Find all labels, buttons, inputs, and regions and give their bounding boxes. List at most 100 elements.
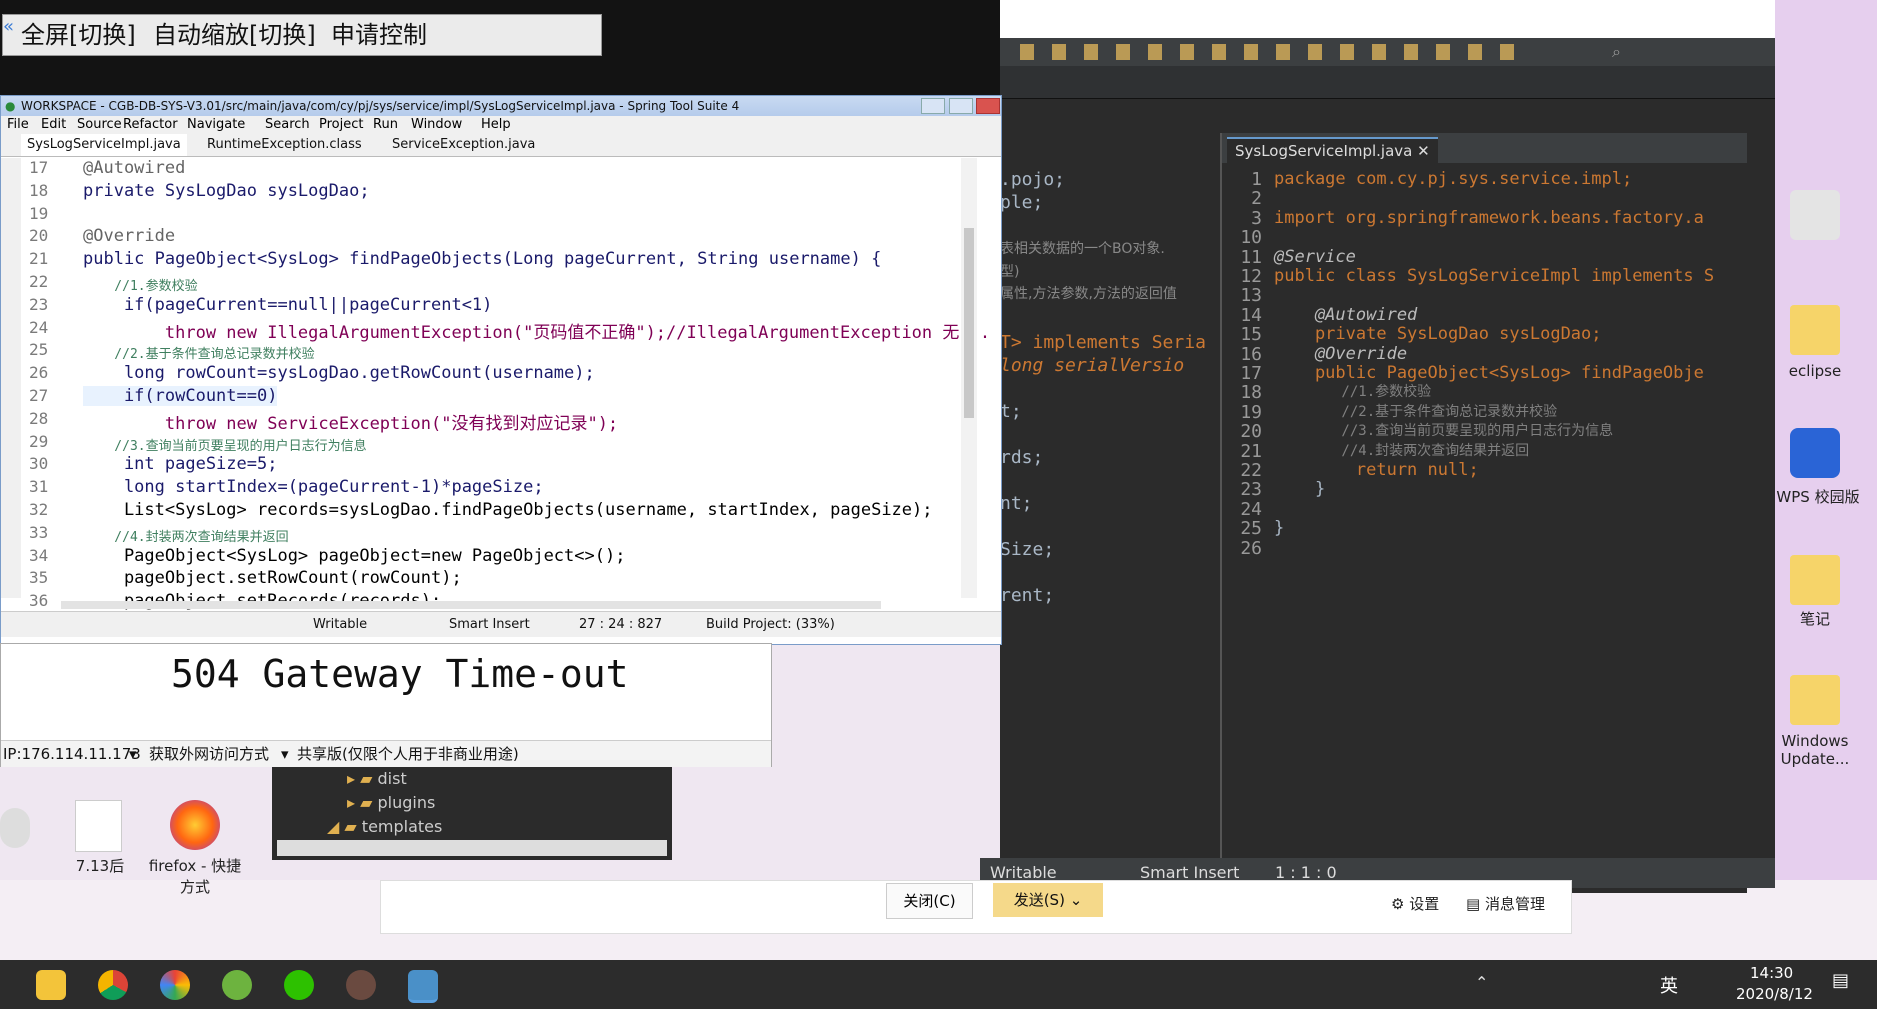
tab-serviceexception[interactable]: ServiceException.java (386, 134, 541, 156)
taskbar: ⌃ 英 14:30 2020/8/12 ▤ (0, 960, 1877, 1009)
line-number: 30 (29, 454, 49, 474)
collapse-icon[interactable]: « (3, 7, 14, 47)
scrollbar-thumb[interactable] (964, 228, 974, 418)
code-editor[interactable]: 17 @Autowired 18 private SysLogDao sysLogDa… (21, 158, 990, 611)
mid-fragment: T> implements Seria (1000, 332, 1206, 353)
chrome-icon[interactable] (98, 970, 128, 1000)
search-icon[interactable]: ⌕ (1612, 42, 1621, 62)
editor-tabs: SysLogServiceImpl.java RuntimeException.… (1, 134, 1001, 157)
minimize-button[interactable] (921, 98, 945, 114)
code-line: if(rowCount==0) (83, 386, 278, 406)
right-code-editor[interactable]: SysLogServiceImpl.java ✕ 1 package com.cy… (1220, 133, 1747, 893)
code-line: pageObject.setRowCount(rowCount); (83, 568, 462, 589)
wechat-desktop-icon[interactable] (0, 808, 30, 848)
notes-folder-icon[interactable] (1790, 555, 1840, 605)
tree-item-plugins[interactable]: ▸ ▰ plugins (347, 793, 435, 812)
windows-update-folder-icon[interactable] (1790, 675, 1840, 725)
menu-project[interactable]: Project (319, 116, 363, 134)
line-number: 29 (29, 431, 49, 451)
chevron-down-icon[interactable]: ⌄ (1070, 891, 1083, 909)
menu-window[interactable]: Window (411, 116, 462, 134)
clock-date[interactable]: 2020/8/12 (1736, 985, 1813, 1003)
external-access-link[interactable]: 获取外网访问方式 (149, 741, 269, 767)
horizontal-scrollbar[interactable] (277, 840, 667, 856)
tab-syslogserviceimpl[interactable]: SysLogServiceImpl.java (21, 134, 187, 156)
notification-icon[interactable]: ▤ (1832, 970, 1849, 991)
menu-navigate[interactable]: Navigate (187, 116, 245, 134)
line-number: 26 (1240, 537, 1262, 559)
folder-icon: ▸ ▰ (347, 769, 373, 788)
firefox-icon[interactable] (170, 800, 220, 850)
avatar-app-icon[interactable] (346, 970, 376, 1000)
code-line: } (1274, 479, 1326, 500)
settings-label: 设置 (1409, 895, 1440, 913)
wechat-icon[interactable] (284, 970, 314, 1000)
request-control-button[interactable]: 申请控制 (331, 15, 427, 55)
tree-item-label: templates (361, 817, 443, 836)
right-toolbar-secondary (1000, 66, 1775, 99)
browser-icon[interactable] (160, 970, 190, 1000)
eclipse-logo-icon: ● (5, 99, 16, 113)
tree-item-templates[interactable]: ◢ ▰ templates (327, 817, 442, 836)
close-window-button[interactable] (976, 98, 1000, 114)
toolbar-icons[interactable] (1020, 44, 1520, 60)
spring-tool-suite-icon[interactable] (222, 970, 252, 1000)
horizontal-scrollbar[interactable] (61, 601, 881, 609)
line-number: 34 (29, 545, 49, 565)
autoscale-toggle[interactable]: 自动缩放[切换] (153, 15, 316, 55)
menu-run[interactable]: Run (373, 116, 398, 134)
chevron-up-icon[interactable]: ⌃ (1475, 973, 1488, 992)
remote-control-overlay: « 全屏[切换] 自动缩放[切换] 申请控制 (0, 0, 1000, 95)
right-toolbar: ⌕ (1000, 38, 1775, 66)
mid-fragment: 属性,方法参数,方法的返回值 (1000, 286, 1177, 302)
message-manager-button[interactable]: ▤ 消息管理 (1466, 893, 1545, 914)
menu-file[interactable]: File (7, 116, 29, 134)
vertical-scrollbar[interactable] (961, 158, 977, 598)
send-button[interactable]: 发送(S) ⌄ (993, 883, 1103, 917)
settings-button[interactable]: ⚙ 设置 (1391, 893, 1439, 914)
file-explorer-icon[interactable] (36, 970, 66, 1000)
mid-fragment: ple; (1000, 192, 1044, 213)
mariadb-icon[interactable] (1790, 190, 1840, 240)
menu-search[interactable]: Search (265, 116, 310, 134)
line-number: 35 (29, 568, 49, 588)
menu-refactor[interactable]: Refactor (123, 116, 178, 134)
line-number: 21 (29, 249, 49, 269)
access-dropdown-icon[interactable]: ▾ (281, 741, 289, 767)
right-code-area[interactable]: 1 package com.cy.pj.sys.service.impl; 2 3 im… (1222, 168, 1742, 868)
remote-desktop-icon[interactable] (408, 970, 438, 1003)
status-bar: Writable Smart Insert 27 : 24 : 827 Buil… (1, 611, 1001, 637)
tab-syslogserviceimpl[interactable]: SysLogServiceImpl.java ✕ (1227, 137, 1438, 163)
edition-label: 共享版(仅限个人用于非商业用途) (297, 745, 519, 763)
window-title-bar[interactable]: ● WORKSPACE - CGB-DB-SYS-V3.01/src/main/… (1, 96, 1001, 116)
ip-dropdown-icon[interactable]: ▾ (129, 741, 137, 767)
code-line: //1.参数校验 (83, 279, 198, 294)
close-button[interactable]: 关闭(C) (886, 883, 973, 919)
project-tree: ▸ ▰ dist ▸ ▰ plugins ◢ ▰ templates (272, 765, 672, 860)
remote-status-bar: IP:176.114.11.173 ▾ 获取外网访问方式 ▾ 共享版(仅限个人用… (1, 740, 771, 767)
eclipse-folder-icon[interactable] (1790, 305, 1840, 355)
wps-icon[interactable] (1790, 428, 1840, 478)
clock-time[interactable]: 14:30 (1750, 964, 1793, 982)
mid-fragment: .pojo; (1000, 169, 1066, 190)
maximize-button[interactable] (949, 98, 973, 114)
close-icon[interactable]: ✕ (1417, 142, 1430, 160)
menu-edit[interactable]: Edit (41, 116, 66, 134)
tree-item-dist[interactable]: ▸ ▰ dist (347, 769, 407, 788)
remote-control-bar: « 全屏[切换] 自动缩放[切换] 申请控制 (2, 14, 602, 56)
menu-help[interactable]: Help (481, 116, 511, 134)
mid-fragment: rent; (1000, 585, 1055, 606)
ime-indicator[interactable]: 英 (1660, 972, 1678, 998)
menu-bar: File Edit Source Refactor Navigate Search Proj… (1, 116, 1001, 134)
status-build: Build Project: (33%) (706, 617, 835, 632)
folder-icon: ▸ ▰ (347, 793, 373, 812)
fullscreen-toggle[interactable]: 全屏[切换] (21, 15, 136, 55)
gear-icon: ⚙ (1391, 895, 1405, 913)
line-number: 32 (29, 500, 49, 519)
mid-fragment: rds; (1000, 447, 1044, 468)
tree-item-label: dist (377, 769, 407, 788)
doc-713-icon[interactable] (75, 800, 122, 852)
code-line: throw new ServiceException("没有找到对应记录"); (83, 413, 619, 434)
tab-runtimeexception[interactable]: RuntimeException.class (201, 134, 368, 156)
menu-source[interactable]: Source (77, 116, 122, 134)
